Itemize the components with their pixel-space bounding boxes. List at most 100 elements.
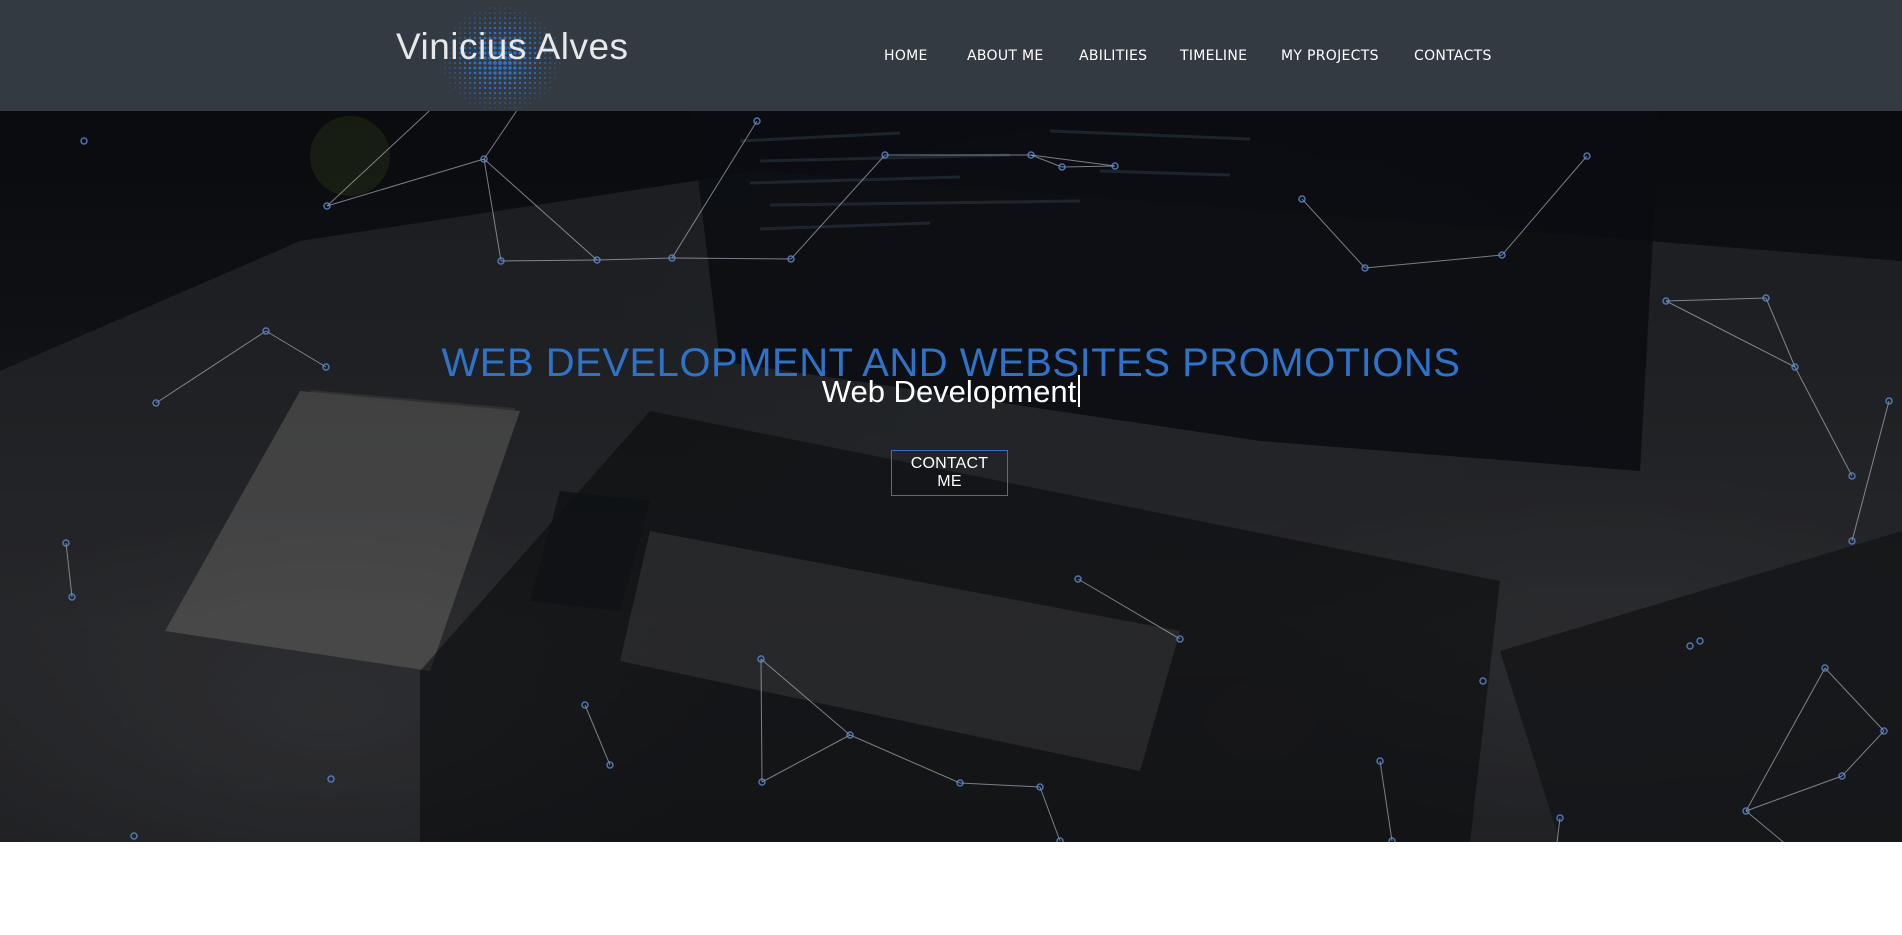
logo-dot [459,92,461,94]
logo-dot [508,76,512,80]
logo-dot [474,17,476,19]
logo-dot [518,71,522,75]
logo-dot [473,71,477,75]
logo-dot [523,71,527,75]
nav-timeline[interactable]: TIMELINE [1180,48,1247,64]
logo-dot [549,77,551,79]
logo-dot [469,17,471,19]
logo-dot [489,97,491,99]
logo-dot [454,77,456,79]
network-line [1745,667,1826,812]
logo-dot [539,92,541,94]
logo-dot [524,22,526,24]
network-line [326,111,430,207]
logo-dot [514,97,516,99]
nav-contacts[interactable]: CONTACTS [1414,48,1492,64]
network-line [584,704,611,766]
logo-dot [478,81,482,85]
logo-dot [519,22,521,24]
logo-dot [484,12,486,14]
logo-dot [469,97,471,99]
logo-dot [514,107,516,109]
logo-dot [524,102,526,104]
logo-dot [539,97,541,99]
logo-dot [509,22,511,24]
logo-dot [489,22,491,24]
logo-dot [519,97,521,99]
nav-home[interactable]: HOME [884,48,928,64]
logo-dot [549,82,551,84]
network-node [1686,642,1694,650]
logo-dot [528,76,532,80]
logo-dot [534,97,536,99]
network-line [326,158,485,207]
logo-dot [539,82,541,84]
logo-dot [529,17,531,19]
network-line [671,257,792,260]
logo-dot [508,81,512,85]
logo-dot [498,86,502,90]
logo-dot [549,87,551,89]
logo-dot [464,17,466,19]
logo-dot [488,86,492,90]
logo-dot [474,87,476,89]
logo-dot [533,71,537,75]
nav-about-me[interactable]: ABOUT ME [967,48,1044,64]
network-line [1665,297,1767,302]
logo-dot [499,17,501,19]
logo-dot [484,17,486,19]
network-line [483,158,502,262]
logo-dot [503,71,507,75]
logo-dot [498,71,502,75]
hero-typed-subtitle: Web Development [0,374,1902,410]
logo-dot [554,72,556,74]
logo-dot [454,72,456,74]
logo-dot [464,22,466,24]
logo-dot [513,86,517,90]
logo-dot [524,87,526,89]
logo-dot [469,82,471,84]
logo-dot [539,72,541,74]
logo-dot [544,87,546,89]
logo-dot [478,71,482,75]
logo-dot [509,17,511,19]
logo-dot [479,87,481,89]
logo-dot [484,92,486,94]
logo-dot [529,82,531,84]
logo-dot [508,86,512,90]
logo-dot [518,81,522,85]
logo-dot [534,87,536,89]
logo-dot [499,22,501,24]
logo-dot [489,7,491,9]
logo-dot [514,17,516,19]
logo-dot [549,72,551,74]
logo-dot [544,82,546,84]
logo-dot [528,71,532,75]
logo-dot [529,97,531,99]
logo-dot [488,76,492,80]
logo-dot [504,92,506,94]
logo-dot [509,92,511,94]
logo-dot [509,97,511,99]
contact-me-button[interactable]: CONTACT ME [891,450,1008,496]
logo-dot [524,97,526,99]
logo-dot [488,71,492,75]
logo-dot [479,17,481,19]
network-node [80,137,88,145]
logo-dot [459,72,461,74]
logo-dot [534,17,536,19]
logo-dot [523,76,527,80]
network-line [1501,155,1588,256]
network-line [65,542,73,598]
logo-dot [509,12,511,14]
logo-dot [493,76,497,80]
next-section [0,842,1902,935]
logo-dot [494,107,496,109]
nav-my-projects[interactable]: MY PROJECTS [1281,48,1379,64]
network-node [1479,677,1487,685]
logo-dot [504,12,506,14]
logo-dot [464,77,466,79]
nav-abilities[interactable]: ABILITIES [1079,48,1147,64]
logo-dot [534,92,536,94]
logo-dot [484,97,486,99]
